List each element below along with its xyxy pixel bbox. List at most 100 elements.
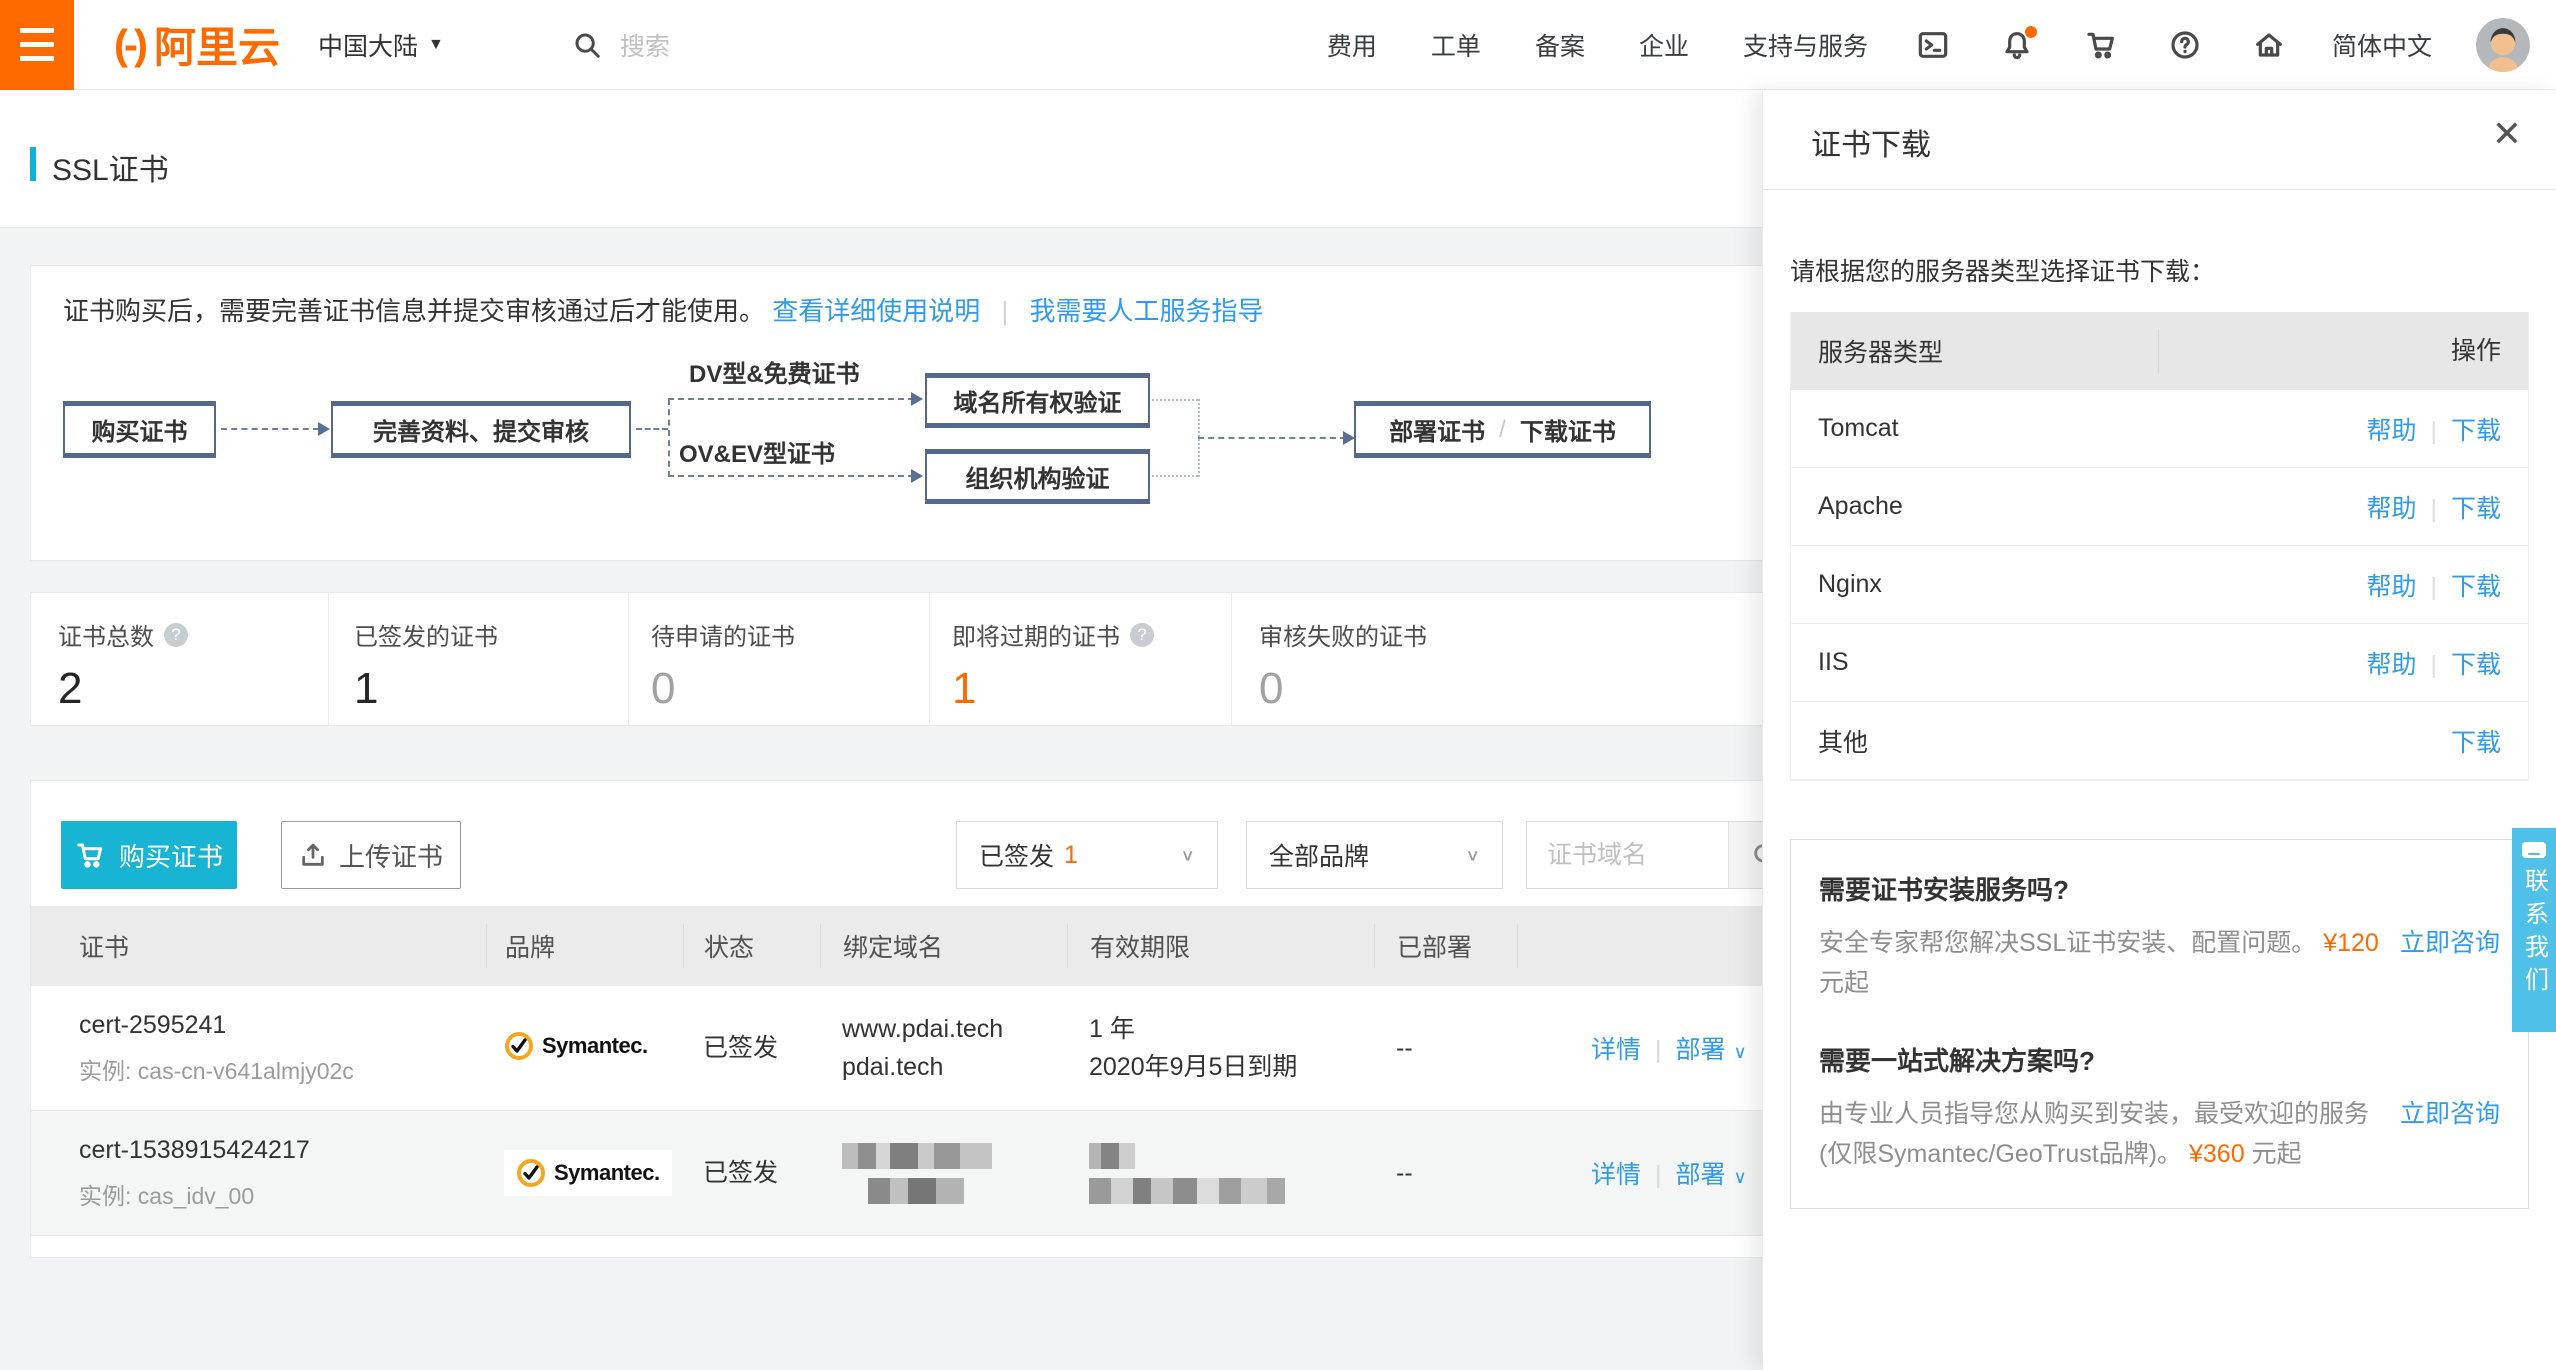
download-link[interactable]: 下载 <box>2451 729 2501 757</box>
server-name: 其他 <box>1791 723 2158 759</box>
bell-icon[interactable] <box>2000 28 2034 62</box>
help-link[interactable]: 帮助 <box>2366 651 2416 679</box>
aliyun-logo-icon: (-) <box>114 21 144 69</box>
server-action-header: 操作 <box>2158 329 2528 373</box>
buy-certificate-button[interactable]: 购买证书 <box>61 821 237 889</box>
col-header-deployed: 已部署 <box>1374 924 1517 968</box>
flow-merge-top <box>1152 399 1198 401</box>
nav-item-tickets[interactable]: 工单 <box>1431 27 1481 63</box>
help-link[interactable]: 帮助 <box>2366 573 2416 601</box>
avatar[interactable] <box>2476 18 2530 72</box>
flow-step-submit: 完善资料、提交审核 <box>331 401 631 458</box>
download-link[interactable]: 下载 <box>2451 651 2501 679</box>
symantec-check-icon <box>504 1031 534 1061</box>
topbar-menu: 费用 工单 备案 企业 支持与服务 <box>1327 27 1868 63</box>
usage-notice: 证书购买后，需要完善证书信息并提交审核通过后才能使用。 查看详细使用说明 | 我… <box>63 291 1264 328</box>
brand-filter-dropdown[interactable]: 全部品牌 ∨ <box>1246 821 1503 889</box>
promo-description: 安全专家帮您解决SSL证书安装、配置问题。 ¥120 元起 <box>1819 923 2379 1003</box>
brand-filter-value: 全部品牌 <box>1269 837 1369 873</box>
consult-now-link[interactable]: 立即咨询 <box>2400 1094 2500 1134</box>
flow-branch-line <box>668 399 670 477</box>
contact-us-tab[interactable]: 联系我们 <box>2512 828 2556 1032</box>
flow-arrow-1 <box>221 428 319 430</box>
nav-item-support[interactable]: 支持与服务 <box>1743 27 1868 63</box>
certificate-download-panel: 证书下载 ✕ 请根据您的服务器类型选择证书下载： 服务器类型 操作 Tomcat… <box>1762 90 2556 1370</box>
help-tooltip-icon[interactable] <box>164 623 188 647</box>
page-title: SSL证书 <box>52 145 169 189</box>
hamburger-menu-button[interactable] <box>0 0 74 90</box>
flow-step-deploy-download: 部署证书 / 下载证书 <box>1354 401 1651 458</box>
cart-icon <box>75 840 105 870</box>
brand-name: Symantec. <box>542 1033 648 1059</box>
nav-item-enterprise[interactable]: 企业 <box>1639 27 1689 63</box>
status-filter-dropdown[interactable]: 已签发 1 ∨ <box>956 821 1218 889</box>
col-header-validity: 有效期限 <box>1067 924 1374 968</box>
server-row-iis: IIS 帮助|下载 <box>1791 624 2528 702</box>
home-icon[interactable] <box>2252 28 2286 62</box>
promo-price: ¥120 <box>2323 929 2379 957</box>
help-tooltip-icon[interactable] <box>1130 623 1154 647</box>
flow-step-org-validation: 组织机构验证 <box>925 449 1150 504</box>
flow-arrowhead-1 <box>318 422 330 436</box>
status-filter-value: 已签发 <box>979 837 1054 873</box>
upload-icon <box>299 841 327 869</box>
flow-merge-bottom <box>1152 475 1198 477</box>
deploy-link[interactable]: 部署 <box>1676 1161 1726 1189</box>
flow-arrow-final <box>1198 437 1346 439</box>
server-name: Nginx <box>1791 570 2158 599</box>
detail-link[interactable]: 详情 <box>1591 1161 1641 1189</box>
consult-now-link[interactable]: 立即咨询 <box>2400 923 2500 963</box>
flow-arrow-dv <box>668 398 914 400</box>
chevron-down-icon: ▼ <box>428 36 444 54</box>
validity-duration: 1 年 <box>1089 1010 1374 1048</box>
contact-us-label: 联系我们 <box>2517 868 2552 1000</box>
language-selector[interactable]: 简体中文 <box>2332 27 2432 63</box>
domain-search-input[interactable] <box>1527 822 1728 888</box>
close-icon[interactable]: ✕ <box>2492 116 2522 152</box>
download-link[interactable]: 下载 <box>2451 417 2501 445</box>
stat-pending-label: 待申请的证书 <box>651 617 795 652</box>
top-navbar: (-) 阿里云 中国大陆 ▼ 搜索 费用 工单 备案 企业 支持与服务 <box>0 0 2556 90</box>
nav-item-icp[interactable]: 备案 <box>1535 27 1585 63</box>
chevron-down-icon: ∨ <box>1465 845 1480 865</box>
flow-step-separator: / <box>1499 416 1506 444</box>
deploy-link[interactable]: 部署 <box>1676 1036 1726 1064</box>
link-separator: | <box>1655 1161 1662 1189</box>
promo-desc-suffix: 元起 <box>2252 1140 2302 1168</box>
help-link[interactable]: 帮助 <box>2366 495 2416 523</box>
flow-step-domain-validation: 域名所有权验证 <box>925 373 1150 428</box>
usage-doc-link[interactable]: 查看详细使用说明 <box>772 296 980 326</box>
aliyun-logo[interactable]: (-) 阿里云 <box>114 14 280 75</box>
detail-link[interactable]: 详情 <box>1591 1036 1641 1064</box>
promo-title: 需要证书安装服务吗? <box>1819 870 2500 907</box>
region-selector[interactable]: 中国大陆 ▼ <box>318 27 444 63</box>
stat-expiring: 即将过期的证书 1 <box>930 593 1232 725</box>
manual-service-link[interactable]: 我需要人工服务指导 <box>1030 296 1264 326</box>
status-value: 已签发 <box>683 1029 820 1067</box>
link-separator: | <box>2430 495 2437 523</box>
help-link[interactable]: 帮助 <box>2366 417 2416 445</box>
col-header-certificate: 证书 <box>31 924 486 968</box>
flow-arrowhead-dv <box>911 392 923 406</box>
promo-description: 由专业人员指导您从购买到安装，最受欢迎的服务(仅限Symantec/GeoTru… <box>1819 1094 2379 1174</box>
flow-step-deploy-label: 部署证书 <box>1389 412 1485 447</box>
terminal-icon[interactable] <box>1916 28 1950 62</box>
download-link[interactable]: 下载 <box>2451 495 2501 523</box>
promo-price: ¥360 <box>2189 1140 2245 1168</box>
stat-pending: 待申请的证书 0 <box>629 593 930 725</box>
install-service-promo: 需要证书安装服务吗? 安全专家帮您解决SSL证书安装、配置问题。 ¥120 元起… <box>1819 870 2500 1003</box>
stat-issued-value: 1 <box>354 664 628 714</box>
link-separator: | <box>1002 296 1009 326</box>
nav-item-billing[interactable]: 费用 <box>1327 27 1377 63</box>
server-type-table: 服务器类型 操作 Tomcat 帮助|下载 Apache 帮助|下载 Nginx… <box>1790 312 2529 781</box>
download-link[interactable]: 下载 <box>2451 573 2501 601</box>
stat-issued: 已签发的证书 1 <box>329 593 629 725</box>
help-icon[interactable] <box>2168 28 2202 62</box>
topbar-search[interactable]: 搜索 <box>572 27 670 63</box>
title-accent-bar <box>30 147 36 181</box>
upload-certificate-button[interactable]: 上传证书 <box>281 821 461 889</box>
aliyun-logo-text: 阿里云 <box>154 14 280 75</box>
cart-icon[interactable] <box>2084 28 2118 62</box>
server-type-header: 服务器类型 <box>1791 333 2158 369</box>
flow-step-download-label: 下载证书 <box>1520 412 1616 447</box>
